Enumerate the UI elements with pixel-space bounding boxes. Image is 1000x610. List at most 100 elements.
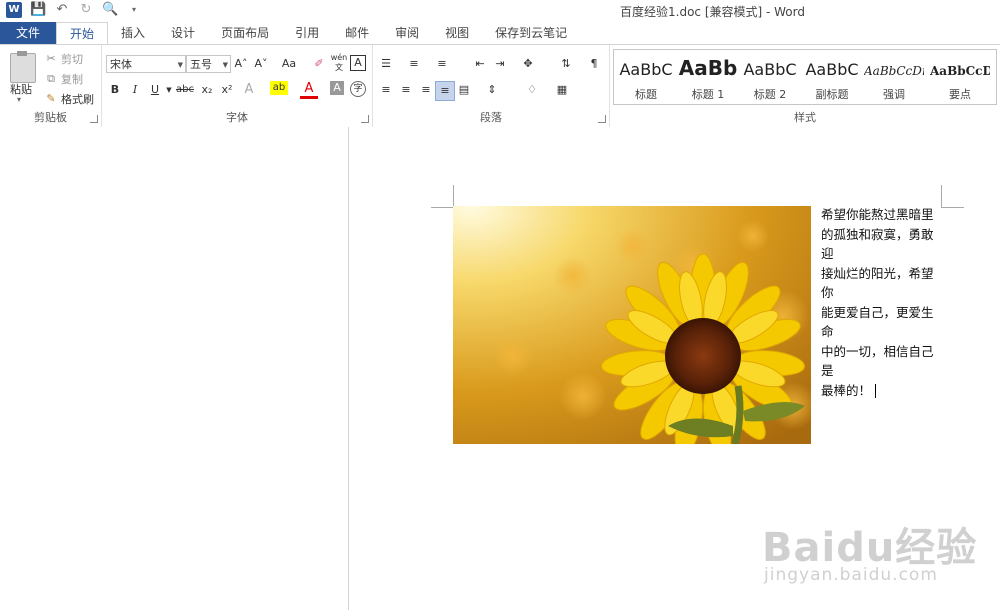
navigation-pane — [0, 127, 349, 610]
style-strong[interactable]: AaBbCcD 要点 — [930, 50, 990, 104]
distributed-icon[interactable]: ▤ — [455, 81, 473, 99]
decrease-indent-icon[interactable]: ⇤ — [471, 55, 489, 73]
tab-mailings[interactable]: 邮件 — [332, 22, 382, 44]
text-cursor — [875, 384, 877, 398]
font-launcher-icon[interactable] — [361, 115, 369, 123]
enclose-characters-button[interactable]: 字 — [350, 81, 366, 97]
style-subtitle[interactable]: AaBbC 副标题 — [802, 50, 862, 104]
style-sample: AaBbC — [743, 60, 797, 79]
bullets-icon[interactable]: ☰ — [377, 55, 395, 73]
customize-qat-icon[interactable]: ▾ — [126, 2, 142, 18]
paragraph-group-label: 段落 — [480, 111, 502, 124]
paragraph-line: 最棒的！ — [821, 382, 872, 398]
bold-button[interactable]: B — [106, 81, 124, 99]
style-sample: AaBb — [678, 56, 738, 80]
tab-file[interactable]: 文件 — [0, 22, 57, 44]
highlight-button[interactable]: ab — [270, 81, 288, 95]
multilevel-list-icon[interactable]: ≡ — [433, 55, 451, 73]
paragraph-line: 能更爱自己，更爱生命 — [821, 304, 934, 340]
style-heading-2[interactable]: AaBbC 标题 2 — [740, 50, 800, 104]
paste-icon[interactable] — [10, 51, 36, 83]
tab-design[interactable]: 设计 — [158, 22, 208, 44]
style-sample: AaBbCcD — [930, 64, 990, 78]
redo-icon[interactable]: ↻ — [78, 2, 94, 18]
format-painter-label: 格式刷 — [61, 93, 94, 106]
print-preview-icon[interactable]: 🔍 — [102, 2, 118, 18]
watermark-url: jingyan.baidu.com — [764, 565, 938, 585]
sort-icon[interactable]: ⇅ — [557, 55, 575, 73]
paragraph-launcher-icon[interactable] — [598, 115, 606, 123]
paste-dropdown-icon[interactable]: ▾ — [17, 95, 21, 104]
word-logo-icon[interactable]: W — [6, 2, 22, 18]
font-group-label: 字体 — [226, 111, 248, 124]
style-emphasis[interactable]: AaBbCcDı 强调 — [864, 50, 924, 104]
align-right-icon[interactable]: ≡ — [417, 81, 435, 99]
phonetic-guide-button[interactable]: wén 文 — [330, 53, 348, 72]
justify-icon[interactable]: ≡ — [435, 81, 455, 101]
align-center-icon[interactable]: ≡ — [397, 81, 415, 99]
cut-label: 剪切 — [61, 53, 83, 66]
tab-save-to-cloud[interactable]: 保存到云笔记 — [482, 22, 580, 44]
chevron-down-icon: ▼ — [177, 61, 183, 69]
increase-indent-icon[interactable]: ⇥ — [491, 55, 509, 73]
text-effects-button[interactable]: A — [240, 81, 258, 99]
format-painter-button[interactable]: ✎ 格式刷 — [44, 91, 94, 107]
scissors-icon: ✂ — [46, 52, 56, 65]
undo-icon[interactable]: ↶ — [54, 2, 70, 18]
style-name: 强调 — [883, 88, 905, 101]
tab-home[interactable]: 开始 — [56, 22, 109, 44]
clear-formatting-icon[interactable]: ✐ — [310, 55, 328, 73]
sunflower-image — [453, 206, 811, 444]
tab-page-layout[interactable]: 页面布局 — [208, 22, 282, 44]
style-heading-1[interactable]: AaBb 标题 1 — [678, 50, 738, 104]
subscript-button[interactable]: x₂ — [198, 81, 216, 99]
character-border-button[interactable]: A — [350, 55, 366, 71]
align-left-icon[interactable]: ≡ — [377, 81, 395, 99]
document-paragraph[interactable]: 希望你能熬过黑暗里 的孤独和寂寞，勇敢迎 接灿烂的阳光，希望你 能更爱自己，更爱… — [821, 205, 945, 400]
numbering-icon[interactable]: ≡ — [405, 55, 423, 73]
superscript-button[interactable]: x² — [218, 81, 236, 99]
copy-label: 复制 — [61, 73, 83, 86]
shrink-font-button[interactable]: A˅ — [252, 55, 270, 73]
style-name: 要点 — [949, 88, 971, 101]
tab-review[interactable]: 审阅 — [382, 22, 432, 44]
ribbon: 粘贴 ▾ ✂ 剪切 ⧉ 复制 ✎ 格式刷 剪贴板 宋体 ▼ 五号 ▼ A˄ A˅ A… — [0, 44, 1000, 128]
copy-button[interactable]: ⧉ 复制 — [44, 71, 83, 87]
cut-button[interactable]: ✂ 剪切 — [44, 51, 83, 67]
font-name-select[interactable]: 宋体 ▼ — [106, 55, 186, 73]
shading-icon[interactable]: ♢ — [523, 81, 541, 99]
font-group: 宋体 ▼ 五号 ▼ A˄ A˅ Aa ✐ wén 文 A B I U ▼ abc x₂… — [102, 45, 373, 127]
character-shading-button[interactable]: A — [330, 81, 344, 95]
chinese-layout-icon[interactable]: ✥ — [519, 55, 537, 73]
sunflower-photo[interactable] — [453, 206, 811, 444]
paragraph-line: 的孤独和寂寞，勇敢迎 — [821, 226, 934, 262]
clipboard-group: 粘贴 ▾ ✂ 剪切 ⧉ 复制 ✎ 格式刷 剪贴板 — [0, 45, 102, 127]
style-name: 标题 — [635, 88, 657, 101]
tab-references[interactable]: 引用 — [282, 22, 332, 44]
copy-icon: ⧉ — [47, 72, 55, 85]
line-spacing-icon[interactable]: ⇕ — [483, 81, 501, 99]
paragraph-group: ☰ ≡ ≡ ⇤ ⇥ ✥ ⇅ ¶ ≡ ≡ ≡ ≡ ▤ ⇕ ♢ ▦ 段落 — [373, 45, 610, 127]
style-title[interactable]: AaBbC 标题 — [616, 50, 676, 104]
tab-insert[interactable]: 插入 — [108, 22, 158, 44]
style-name: 标题 2 — [753, 88, 787, 101]
font-size-value: 五号 — [190, 58, 212, 71]
paragraph-line-last: 最棒的！ — [821, 381, 945, 401]
quick-access-toolbar: W 💾 ↶ ↻ 🔍 ▾ — [6, 2, 142, 18]
font-size-select[interactable]: 五号 ▼ — [186, 55, 231, 73]
paragraph-line: 希望你能熬过黑暗里 — [821, 207, 934, 222]
title-bar: W 💾 ↶ ↻ 🔍 ▾ 百度经验1.doc [兼容模式] - Word — [0, 0, 1000, 22]
save-icon[interactable]: 💾 — [30, 2, 46, 18]
font-color-button[interactable]: A — [300, 81, 318, 99]
strikethrough-button[interactable]: abc — [174, 81, 196, 99]
grow-font-button[interactable]: A˄ — [232, 55, 250, 73]
italic-button[interactable]: I — [126, 81, 144, 99]
paragraph-line: 接灿烂的阳光，希望你 — [821, 265, 934, 301]
style-sample: AaBbC — [619, 60, 673, 79]
clipboard-launcher-icon[interactable] — [90, 115, 98, 123]
tab-view[interactable]: 视图 — [432, 22, 482, 44]
borders-icon[interactable]: ▦ — [553, 81, 571, 99]
change-case-button[interactable]: Aa — [276, 55, 302, 73]
baidu-watermark: Baidu经验 jingyan.baidu.com — [762, 495, 982, 595]
show-marks-icon[interactable]: ¶ — [585, 55, 603, 73]
